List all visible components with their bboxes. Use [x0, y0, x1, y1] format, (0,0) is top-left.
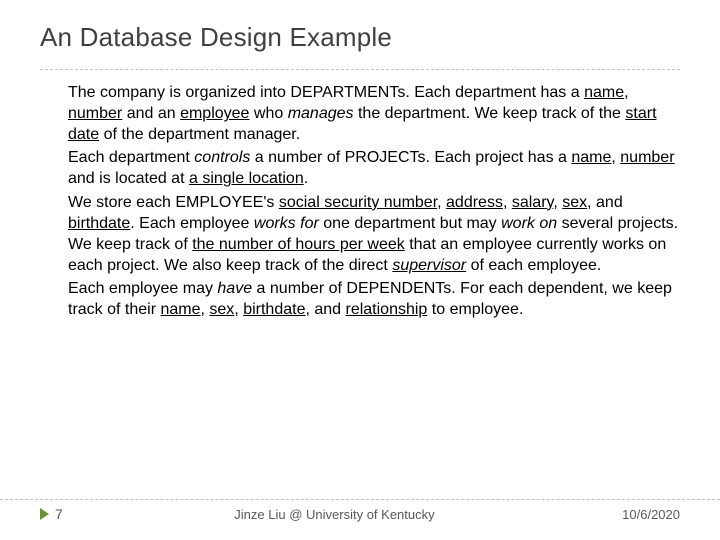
footer-center-text: Jinze Liu @ University of Kentucky — [63, 507, 606, 522]
bullet-item: Each department controls a number of PRO… — [48, 147, 680, 189]
bullet-marker — [48, 192, 68, 276]
footer: 7 Jinze Liu @ University of Kentucky 10/… — [0, 499, 720, 522]
bullet-marker — [48, 82, 68, 145]
slide-title: An Database Design Example — [40, 22, 680, 53]
bullet-text: Each department controls a number of PRO… — [68, 147, 680, 189]
bullet-item: We store each EMPLOYEE's social security… — [48, 192, 680, 276]
bullet-text: We store each EMPLOYEE's social security… — [68, 192, 680, 276]
page-badge: 7 — [40, 506, 63, 522]
play-icon — [40, 508, 49, 520]
bullet-item: The company is organized into DEPARTMENT… — [48, 82, 680, 145]
bullet-text: Each employee may have a number of DEPEN… — [68, 278, 680, 320]
bullet-list: The company is organized into DEPARTMENT… — [40, 82, 680, 320]
slide: An Database Design Example The company i… — [0, 0, 720, 320]
page-number: 7 — [55, 506, 63, 522]
bullet-text: The company is organized into DEPARTMENT… — [68, 82, 680, 145]
bullet-marker — [48, 147, 68, 189]
title-divider — [40, 69, 680, 70]
bullet-marker — [48, 278, 68, 320]
bullet-item: Each employee may have a number of DEPEN… — [48, 278, 680, 320]
footer-date: 10/6/2020 — [622, 507, 680, 522]
